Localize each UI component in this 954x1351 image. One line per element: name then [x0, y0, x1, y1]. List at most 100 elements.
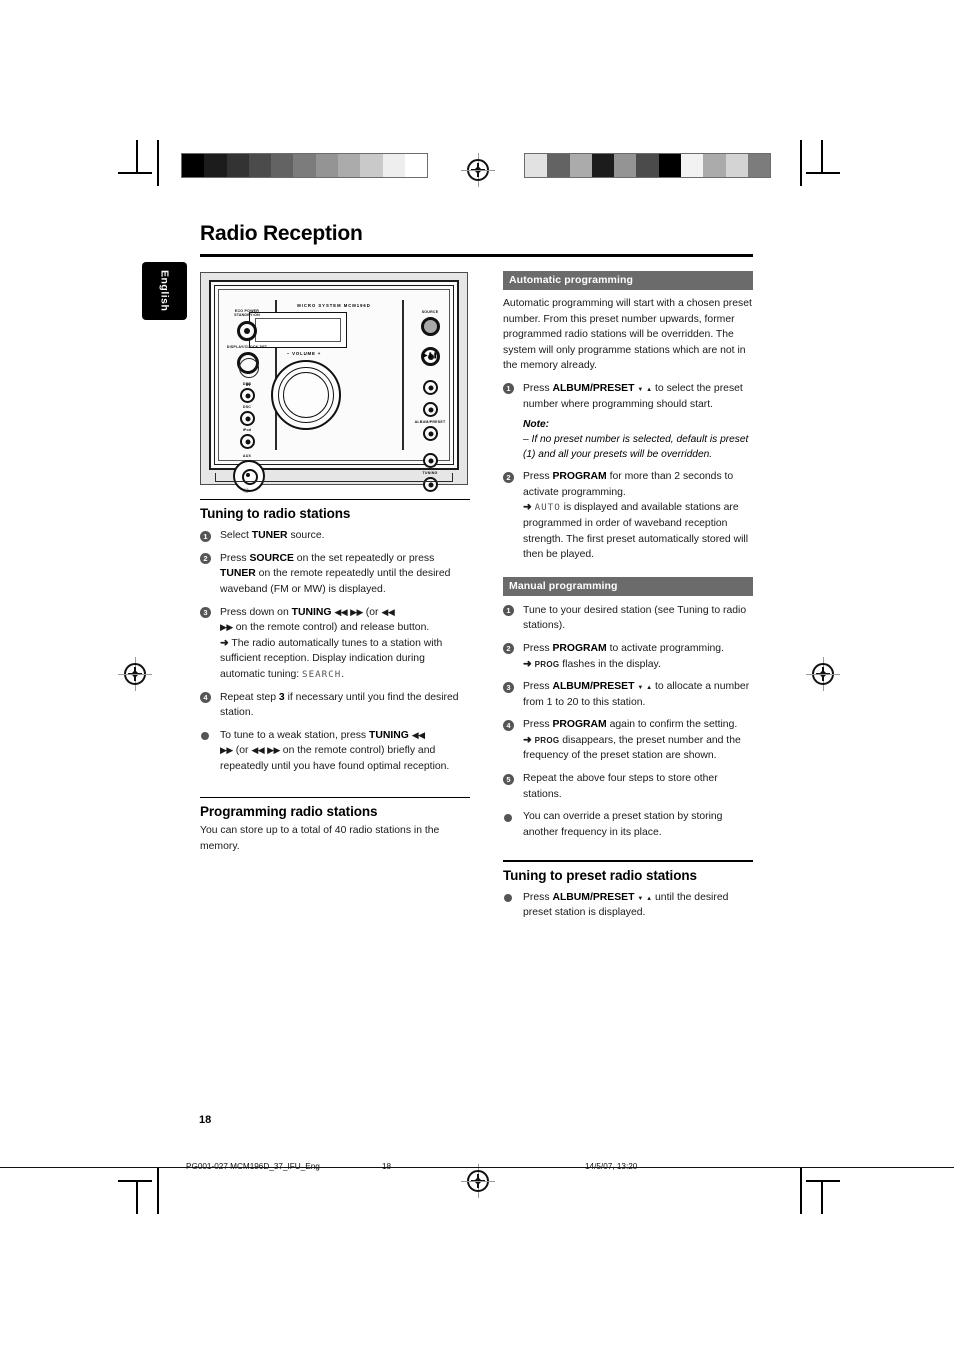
source-button[interactable]	[421, 317, 440, 336]
numbered-step: 5 Repeat the above four steps to store ot…	[503, 771, 753, 802]
footer-timestamp: 14/5/07, 13:20	[585, 1162, 638, 1171]
aux-label: AUX	[242, 454, 252, 458]
automatic-programming-note: Note: – If no preset number is selected,…	[503, 417, 753, 462]
numbered-step: 3 Press down on TUNING ◀◀ ▶▶ (or ◀◀ ▶▶ on …	[200, 605, 470, 683]
step-number: 1	[200, 530, 211, 542]
numbered-step: 1 Tune to your desired station (see Tunin…	[503, 603, 753, 634]
page-number: 18	[199, 1114, 212, 1126]
grayscale-swatch-8	[360, 154, 383, 177]
grayscale-swatch-5	[293, 154, 316, 177]
numbered-step: 2 Press SOURCE on the set repeatedly or p…	[200, 551, 470, 598]
grayscale-swatch-6	[658, 154, 682, 177]
album-preset-up-button[interactable]	[423, 402, 438, 417]
numbered-step: 2 Press PROGRAM for more than 2 seconds t…	[503, 469, 753, 563]
device-base	[215, 473, 453, 482]
crop-mark-top-left-v2	[157, 140, 159, 186]
bullet-item: You can override a preset station by sto…	[503, 809, 753, 840]
programming-intro: You can store up to a total of 40 radio …	[200, 824, 440, 852]
grayscale-swatch-9	[382, 154, 405, 177]
grayscale-swatch-3	[591, 154, 615, 177]
step-number: 2	[503, 471, 514, 483]
standby-power-button[interactable]	[237, 321, 257, 341]
step-text: Select TUNER source.	[220, 530, 325, 542]
numbered-step: 1 Select TUNER source.	[200, 528, 470, 544]
crop-mark-bottom-left-h	[118, 1180, 152, 1182]
steps-tuning-to-preset: Press ALBUM/PRESET ▼ ▲ until the desired…	[503, 890, 753, 921]
step-text: Press ALBUM/PRESET ▼ ▲ to select the pre…	[523, 382, 743, 410]
grayscale-swatch-5	[636, 154, 659, 177]
step-text: Press PROGRAM again to confirm the setti…	[523, 719, 741, 762]
section-divider-tuning	[200, 499, 470, 501]
language-tab: English	[142, 262, 187, 320]
ipod-button[interactable]	[240, 434, 255, 449]
grayscale-swatch-1	[547, 154, 570, 177]
grayscale-swatch-7	[681, 154, 704, 177]
heading-programming-radio-stations: Programming radio stations	[200, 803, 378, 819]
step-text: You can override a preset station by sto…	[523, 811, 723, 838]
crop-mark-top-right-v	[821, 140, 823, 174]
steps-automatic-programming-part1: 1 Press ALBUM/PRESET ▼ ▲ to select the pr…	[503, 381, 753, 412]
step-text: Press PROGRAM for more than 2 seconds to…	[523, 471, 749, 561]
bullet-marker	[200, 732, 209, 741]
tuning-left-button[interactable]	[423, 453, 438, 468]
lcd-display	[249, 312, 347, 348]
footer-divider	[0, 1167, 954, 1168]
bullet-marker	[503, 894, 512, 903]
crop-mark-bottom-right-h	[806, 1180, 840, 1182]
grayscale-swatch-6	[315, 154, 339, 177]
section-divider-preset	[503, 860, 753, 862]
dbb-button[interactable]	[240, 388, 255, 403]
steps-manual-programming: 1 Tune to your desired station (see Tunin…	[503, 603, 753, 841]
ipod-label: iPod	[242, 428, 252, 432]
numbered-step: 3 Press ALBUM/PRESET ▼ ▲ to allocate a nu…	[503, 679, 753, 710]
step-number: 3	[200, 607, 211, 619]
crop-mark-top-left-v	[136, 140, 138, 174]
grayscale-swatch-2	[226, 154, 249, 177]
crop-mark-top-right-v2	[800, 140, 802, 186]
numbered-step: 4 Press PROGRAM again to confirm the sett…	[503, 717, 753, 764]
registration-mark-top	[461, 153, 495, 187]
grayscale-swatch-9	[725, 154, 748, 177]
step-text: Press ALBUM/PRESET ▼ ▲ until the desired…	[523, 891, 729, 919]
bullet-item: To tune to a weak station, press TUNING …	[200, 728, 470, 775]
crop-mark-bottom-right-v	[821, 1180, 823, 1214]
registration-mark-left	[118, 657, 152, 691]
volume-dial[interactable]	[271, 360, 341, 430]
heading-tuning-to-radio-stations: Tuning to radio stations	[200, 506, 351, 522]
standby-label: ECO POWER STANDBY•ON	[234, 309, 260, 318]
album-preset-down-button[interactable]	[423, 426, 438, 441]
display-clock-set-label: DISPLAY/CLOCK SET	[226, 345, 268, 349]
band-automatic-programming: Automatic programming	[503, 271, 753, 290]
step-text: To tune to a weak station, press TUNING …	[220, 729, 450, 773]
crop-mark-bottom-left-v2	[157, 1168, 159, 1214]
numbered-step: 2 Press PROGRAM to activate programming. ➜…	[503, 641, 753, 672]
step-number: 3	[503, 681, 514, 693]
step-text: Press SOURCE on the set repeatedly or pr…	[220, 552, 451, 596]
ir-label: IR	[246, 382, 250, 387]
grayscale-swatch-2	[569, 154, 592, 177]
dsc-label: DSC	[242, 405, 252, 409]
crop-mark-top-left-h	[118, 172, 152, 174]
numbered-step: 1 Press ALBUM/PRESET ▼ ▲ to select the pr…	[503, 381, 753, 412]
grayscale-swatch-0	[525, 154, 548, 177]
step-number: 1	[503, 383, 514, 395]
dsc-button[interactable]	[240, 411, 255, 426]
stop-button[interactable]	[423, 380, 438, 395]
panel-divider-right	[402, 300, 404, 450]
title-divider	[200, 254, 753, 257]
registration-mark-right	[806, 657, 840, 691]
steps-tuning-to-radio-stations: 1 Select TUNER source. 2 Press SOURCE on th…	[200, 528, 470, 774]
grayscale-swatch-7	[338, 154, 361, 177]
language-tab-label: English	[158, 270, 171, 312]
footer-page: 18	[382, 1162, 392, 1171]
note-body: – If no preset number is selected, defau…	[523, 434, 749, 461]
grayscale-swatch-0	[182, 154, 205, 177]
footer-file-name: PG001-027 MCM196D_37_IFU_Eng	[186, 1162, 320, 1171]
source-label: SOURCE	[421, 310, 439, 314]
page-title: Radio Reception	[200, 222, 363, 245]
step-text: Repeat the above four steps to store oth…	[523, 773, 718, 800]
section-divider-programming	[200, 796, 470, 798]
album-preset-label: ALBUM/PRESET	[414, 420, 446, 424]
bullet-item: Press ALBUM/PRESET ▼ ▲ until the desired…	[503, 890, 753, 921]
step-text: Press down on TUNING ◀◀ ▶▶ (or ◀◀ ▶▶ on t…	[220, 606, 443, 681]
